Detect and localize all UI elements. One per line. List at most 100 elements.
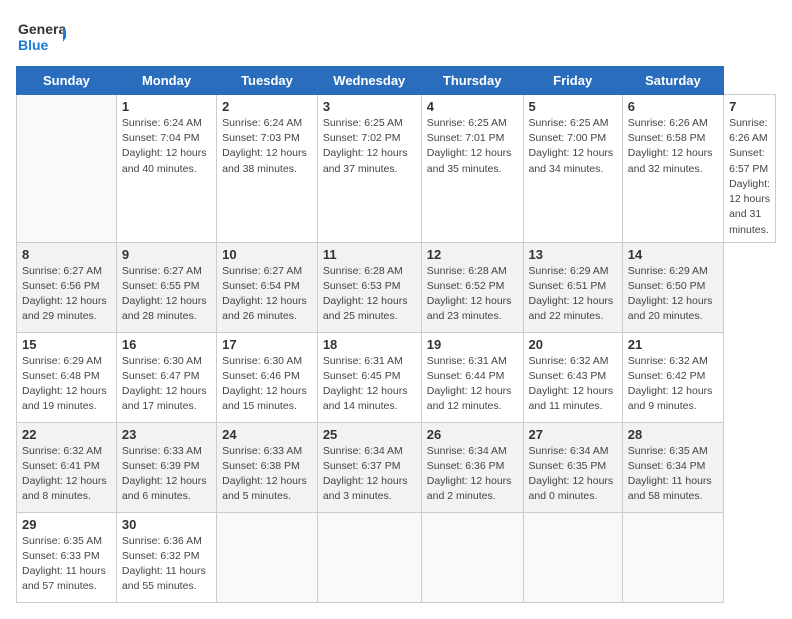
calendar-week-row: 15Sunrise: 6:29 AMSunset: 6:48 PMDayligh… bbox=[17, 332, 776, 422]
calendar-cell: 16 Sunrise: 6:30 AMSunset: 6:47 PMDayligh… bbox=[116, 332, 216, 422]
day-info: Sunrise: 6:27 AMSunset: 6:55 PMDaylight:… bbox=[122, 264, 211, 325]
calendar-cell: 17Sunrise: 6:30 AMSunset: 6:46 PMDayligh… bbox=[217, 332, 318, 422]
day-number: 8 bbox=[22, 247, 111, 262]
calendar-week-row: 8Sunrise: 6:27 AMSunset: 6:56 PMDaylight… bbox=[17, 242, 776, 332]
day-number: 12 bbox=[427, 247, 518, 262]
day-number: 2 bbox=[222, 99, 312, 114]
calendar-cell: 25 Sunrise: 6:34 AMSunset: 6:37 PMDayligh… bbox=[317, 422, 421, 512]
day-number: 28 bbox=[628, 427, 718, 442]
day-info: Sunrise: 6:25 AMSunset: 7:00 PMDaylight:… bbox=[529, 116, 617, 177]
day-number: 16 bbox=[122, 337, 211, 352]
day-info: Sunrise: 6:34 AMSunset: 6:35 PMDaylight:… bbox=[529, 444, 617, 505]
calendar-cell: 15Sunrise: 6:29 AMSunset: 6:48 PMDayligh… bbox=[17, 332, 117, 422]
day-header-tuesday: Tuesday bbox=[217, 67, 318, 95]
day-number: 23 bbox=[122, 427, 211, 442]
calendar-cell: 6 Sunrise: 6:26 AMSunset: 6:58 PMDaylight… bbox=[622, 95, 723, 243]
day-info: Sunrise: 6:26 AMSunset: 6:58 PMDaylight:… bbox=[628, 116, 718, 177]
day-number: 21 bbox=[628, 337, 718, 352]
day-number: 19 bbox=[427, 337, 518, 352]
calendar-cell: 14 Sunrise: 6:29 AMSunset: 6:50 PMDayligh… bbox=[622, 242, 723, 332]
day-header-sunday: Sunday bbox=[17, 67, 117, 95]
day-info: Sunrise: 6:32 AMSunset: 6:41 PMDaylight:… bbox=[22, 444, 111, 505]
day-header-saturday: Saturday bbox=[622, 67, 723, 95]
day-info: Sunrise: 6:28 AMSunset: 6:53 PMDaylight:… bbox=[323, 264, 416, 325]
calendar-cell: 13 Sunrise: 6:29 AMSunset: 6:51 PMDayligh… bbox=[523, 242, 622, 332]
day-info: Sunrise: 6:34 AMSunset: 6:37 PMDaylight:… bbox=[323, 444, 416, 505]
logo-svg: General Blue bbox=[16, 16, 66, 56]
day-number: 22 bbox=[22, 427, 111, 442]
calendar-cell: 10 Sunrise: 6:27 AMSunset: 6:54 PMDayligh… bbox=[217, 242, 318, 332]
calendar-cell: 23Sunrise: 6:33 AMSunset: 6:39 PMDayligh… bbox=[116, 422, 216, 512]
calendar-header-row: SundayMondayTuesdayWednesdayThursdayFrid… bbox=[17, 67, 776, 95]
day-info: Sunrise: 6:29 AMSunset: 6:51 PMDaylight:… bbox=[529, 264, 617, 325]
day-number: 20 bbox=[529, 337, 617, 352]
calendar-cell: 19 Sunrise: 6:31 AMSunset: 6:44 PMDayligh… bbox=[421, 332, 523, 422]
day-info: Sunrise: 6:24 AMSunset: 7:03 PMDaylight:… bbox=[222, 116, 312, 177]
day-number: 11 bbox=[323, 247, 416, 262]
day-info: Sunrise: 6:36 AMSunset: 6:32 PMDaylight:… bbox=[122, 534, 211, 595]
calendar-cell: 3 Sunrise: 6:25 AMSunset: 7:02 PMDaylight… bbox=[317, 95, 421, 243]
calendar-cell: 1 Sunrise: 6:24 AMSunset: 7:04 PMDaylight… bbox=[116, 95, 216, 243]
day-number: 30 bbox=[122, 517, 211, 532]
calendar-cell: 2 Sunrise: 6:24 AMSunset: 7:03 PMDaylight… bbox=[217, 95, 318, 243]
calendar-cell: 5 Sunrise: 6:25 AMSunset: 7:00 PMDaylight… bbox=[523, 95, 622, 243]
day-number: 24 bbox=[222, 427, 312, 442]
day-number: 1 bbox=[122, 99, 211, 114]
day-info: Sunrise: 6:25 AMSunset: 7:01 PMDaylight:… bbox=[427, 116, 518, 177]
day-number: 29 bbox=[22, 517, 111, 532]
calendar-cell: 27Sunrise: 6:34 AMSunset: 6:35 PMDayligh… bbox=[523, 422, 622, 512]
calendar-cell bbox=[317, 512, 421, 602]
day-header-thursday: Thursday bbox=[421, 67, 523, 95]
day-info: Sunrise: 6:31 AMSunset: 6:45 PMDaylight:… bbox=[323, 354, 416, 415]
day-number: 5 bbox=[529, 99, 617, 114]
calendar-cell: 8Sunrise: 6:27 AMSunset: 6:56 PMDaylight… bbox=[17, 242, 117, 332]
day-header-monday: Monday bbox=[116, 67, 216, 95]
day-number: 13 bbox=[529, 247, 617, 262]
day-info: Sunrise: 6:28 AMSunset: 6:52 PMDaylight:… bbox=[427, 264, 518, 325]
day-info: Sunrise: 6:26 AMSunset: 6:57 PMDaylight:… bbox=[729, 116, 770, 238]
calendar-cell bbox=[523, 512, 622, 602]
calendar-cell: 9 Sunrise: 6:27 AMSunset: 6:55 PMDaylight… bbox=[116, 242, 216, 332]
day-info: Sunrise: 6:25 AMSunset: 7:02 PMDaylight:… bbox=[323, 116, 416, 177]
day-info: Sunrise: 6:34 AMSunset: 6:36 PMDaylight:… bbox=[427, 444, 518, 505]
day-number: 9 bbox=[122, 247, 211, 262]
calendar-week-row: 29 Sunrise: 6:35 AMSunset: 6:33 PMDayligh… bbox=[17, 512, 776, 602]
calendar-cell bbox=[17, 95, 117, 243]
day-number: 6 bbox=[628, 99, 718, 114]
day-info: Sunrise: 6:32 AMSunset: 6:43 PMDaylight:… bbox=[529, 354, 617, 415]
day-number: 25 bbox=[323, 427, 416, 442]
logo: General Blue bbox=[16, 16, 66, 56]
day-info: Sunrise: 6:35 AMSunset: 6:33 PMDaylight:… bbox=[22, 534, 111, 595]
calendar-cell: 11 Sunrise: 6:28 AMSunset: 6:53 PMDayligh… bbox=[317, 242, 421, 332]
day-info: Sunrise: 6:30 AMSunset: 6:47 PMDaylight:… bbox=[122, 354, 211, 415]
calendar-cell: 29 Sunrise: 6:35 AMSunset: 6:33 PMDayligh… bbox=[17, 512, 117, 602]
day-number: 14 bbox=[628, 247, 718, 262]
svg-text:General: General bbox=[18, 21, 66, 37]
day-number: 3 bbox=[323, 99, 416, 114]
calendar-table: SundayMondayTuesdayWednesdayThursdayFrid… bbox=[16, 66, 776, 603]
calendar-cell: 7Sunrise: 6:26 AMSunset: 6:57 PMDaylight… bbox=[724, 95, 776, 243]
calendar-cell bbox=[622, 512, 723, 602]
day-header-friday: Friday bbox=[523, 67, 622, 95]
svg-text:Blue: Blue bbox=[18, 37, 49, 53]
calendar-cell: 26 Sunrise: 6:34 AMSunset: 6:36 PMDayligh… bbox=[421, 422, 523, 512]
calendar-cell: 24Sunrise: 6:33 AMSunset: 6:38 PMDayligh… bbox=[217, 422, 318, 512]
day-info: Sunrise: 6:24 AMSunset: 7:04 PMDaylight:… bbox=[122, 116, 211, 177]
calendar-cell: 28 Sunrise: 6:35 AMSunset: 6:34 PMDayligh… bbox=[622, 422, 723, 512]
day-info: Sunrise: 6:31 AMSunset: 6:44 PMDaylight:… bbox=[427, 354, 518, 415]
day-number: 26 bbox=[427, 427, 518, 442]
day-info: Sunrise: 6:27 AMSunset: 6:54 PMDaylight:… bbox=[222, 264, 312, 325]
calendar-week-row: 22 Sunrise: 6:32 AMSunset: 6:41 PMDayligh… bbox=[17, 422, 776, 512]
day-info: Sunrise: 6:35 AMSunset: 6:34 PMDaylight:… bbox=[628, 444, 718, 505]
calendar-week-row: 1 Sunrise: 6:24 AMSunset: 7:04 PMDaylight… bbox=[17, 95, 776, 243]
calendar-cell: 20 Sunrise: 6:32 AMSunset: 6:43 PMDayligh… bbox=[523, 332, 622, 422]
day-info: Sunrise: 6:29 AMSunset: 6:48 PMDaylight:… bbox=[22, 354, 111, 415]
day-number: 10 bbox=[222, 247, 312, 262]
day-info: Sunrise: 6:29 AMSunset: 6:50 PMDaylight:… bbox=[628, 264, 718, 325]
day-header-wednesday: Wednesday bbox=[317, 67, 421, 95]
calendar-cell: 22 Sunrise: 6:32 AMSunset: 6:41 PMDayligh… bbox=[17, 422, 117, 512]
day-info: Sunrise: 6:32 AMSunset: 6:42 PMDaylight:… bbox=[628, 354, 718, 415]
calendar-cell: 4 Sunrise: 6:25 AMSunset: 7:01 PMDaylight… bbox=[421, 95, 523, 243]
page-header: General Blue bbox=[16, 16, 776, 56]
day-number: 4 bbox=[427, 99, 518, 114]
